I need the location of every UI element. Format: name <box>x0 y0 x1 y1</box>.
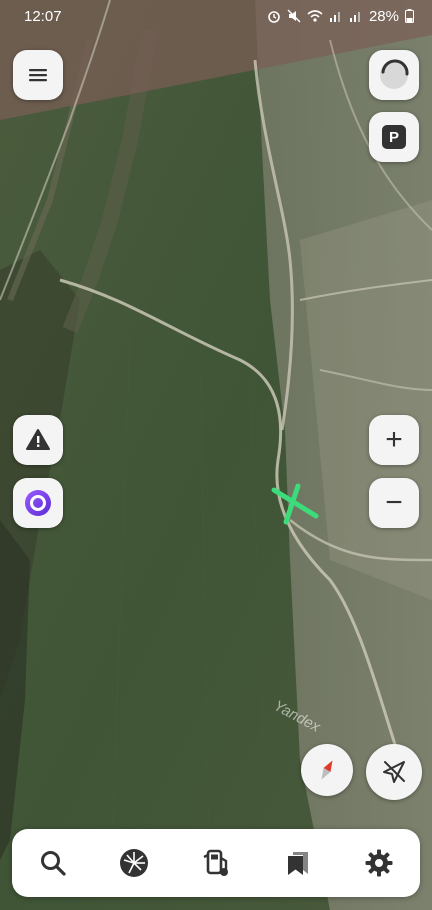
map-layers-button[interactable] <box>369 50 419 100</box>
road-alert-icon <box>26 429 50 450</box>
battery-icon <box>405 9 414 23</box>
signal-icon <box>329 12 340 22</box>
zoom-in-button[interactable]: + <box>369 415 419 465</box>
status-time: 12:07 <box>24 7 62 25</box>
alice-icon <box>25 490 51 516</box>
wifi-icon <box>307 10 323 22</box>
alarm-icon <box>268 11 280 23</box>
zoom-in-icon: + <box>385 423 403 456</box>
fuel-icon <box>203 849 228 876</box>
status-bar: 12:07 28% <box>0 0 432 32</box>
road-alert-button[interactable] <box>13 415 63 465</box>
compass-button[interactable] <box>301 744 353 796</box>
gear-icon <box>365 849 393 877</box>
location-button[interactable] <box>366 744 422 800</box>
search-button[interactable] <box>23 833 83 893</box>
map-layers-icon <box>380 59 409 89</box>
settings-button[interactable] <box>349 833 409 893</box>
discovery-icon <box>120 849 149 877</box>
location-off-icon <box>383 761 405 783</box>
menu-icon <box>29 69 47 82</box>
parking-icon: P <box>382 125 406 149</box>
battery-percent: 28% <box>368 7 399 25</box>
mute-icon <box>287 9 301 23</box>
gas-stations-button[interactable] <box>186 833 246 893</box>
bookmark-icon <box>287 852 308 875</box>
compass-icon <box>321 760 333 780</box>
bookmarks-button[interactable] <box>268 833 328 893</box>
zoom-out-button[interactable]: − <box>369 478 419 528</box>
menu-button[interactable] <box>13 50 63 100</box>
signal-icon <box>349 12 360 22</box>
parking-button[interactable]: P <box>369 112 419 162</box>
bottom-navigation-bar <box>12 829 420 897</box>
zoom-out-icon: − <box>385 486 403 519</box>
discovery-button[interactable] <box>104 833 164 893</box>
search-icon <box>40 851 66 876</box>
voice-assistant-button[interactable] <box>13 478 63 528</box>
